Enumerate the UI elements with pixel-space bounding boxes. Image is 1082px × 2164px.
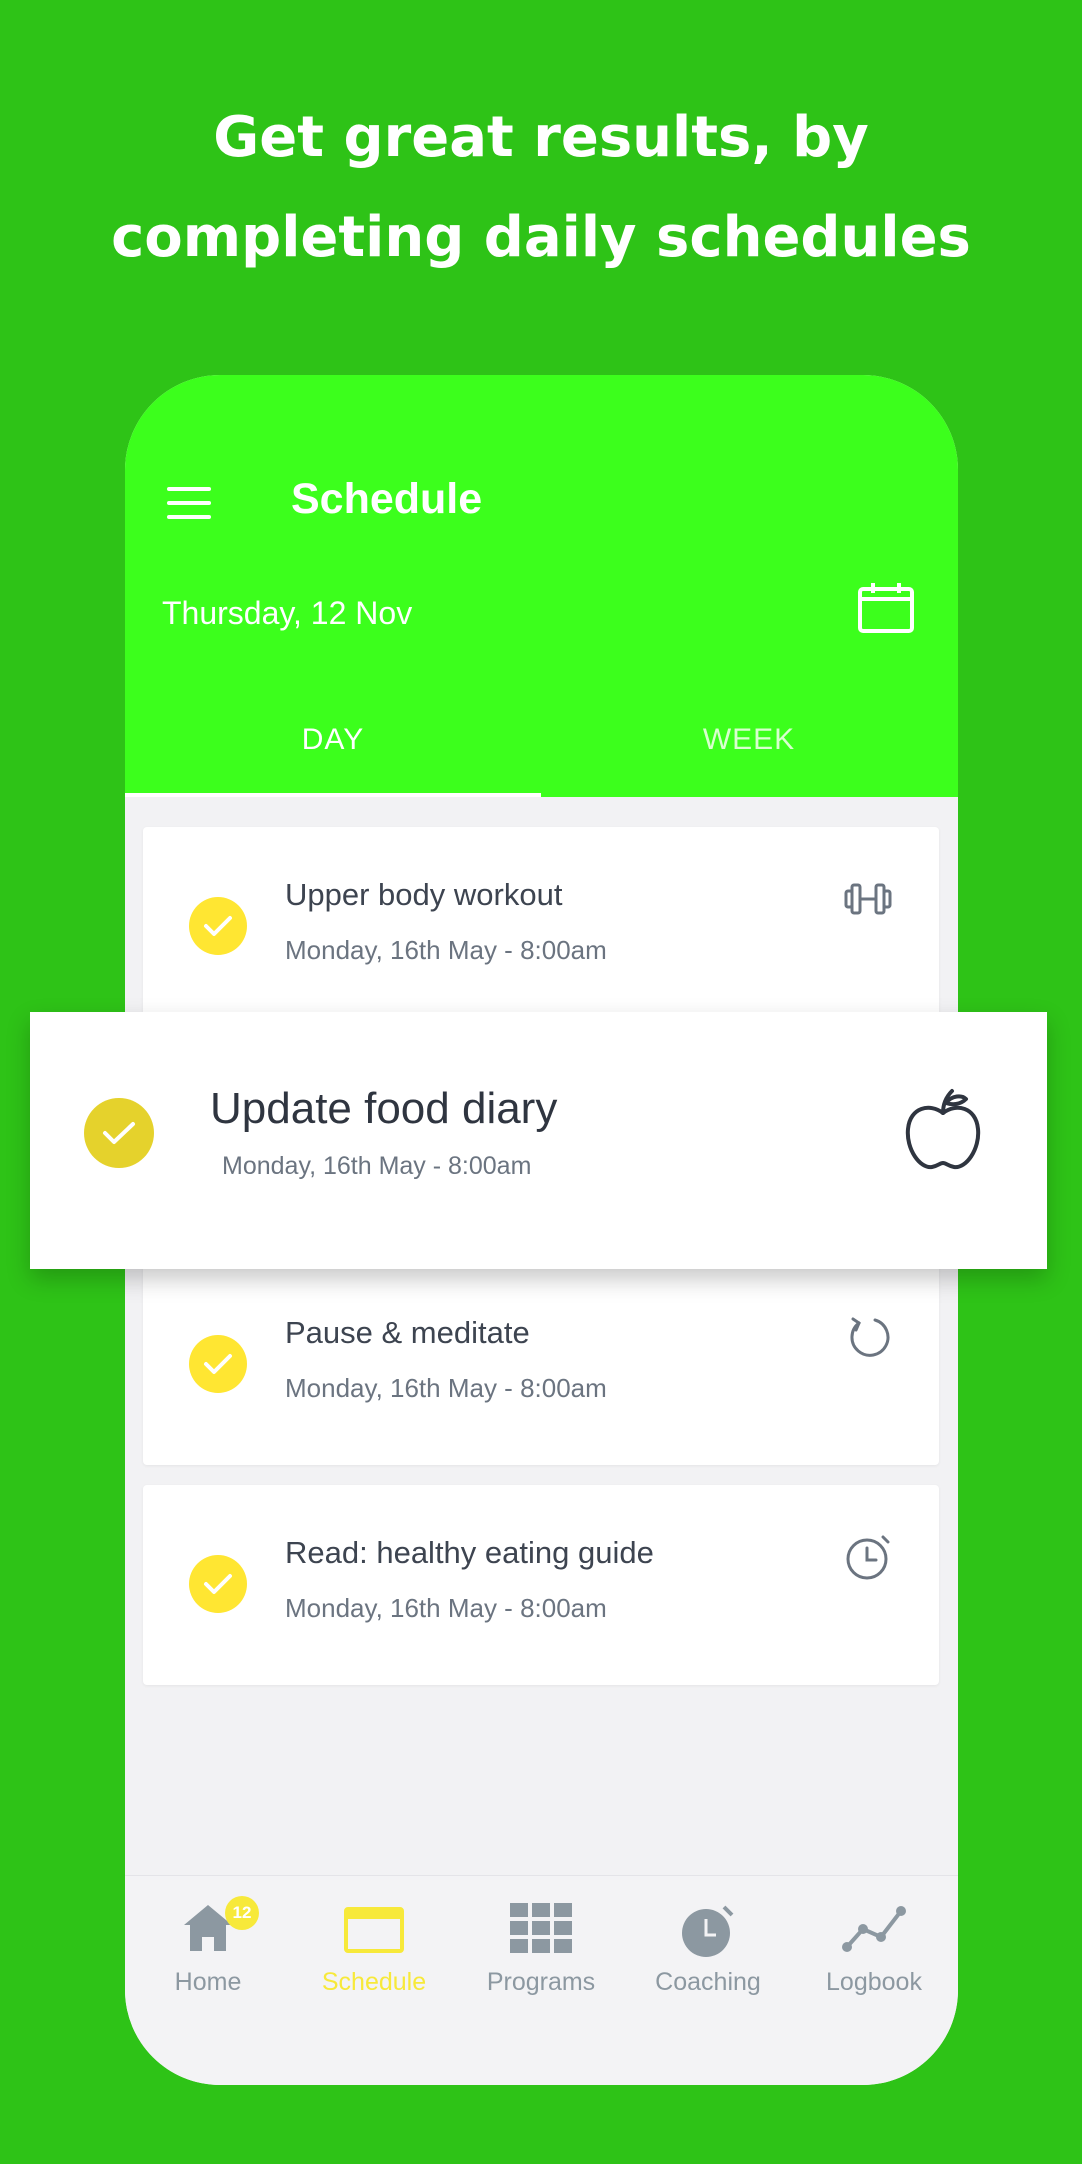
schedule-item-time: Monday, 16th May - 8:00am bbox=[222, 1152, 532, 1180]
headline-line-2: completing daily schedules bbox=[111, 205, 971, 270]
schedule-item-title: Pause & meditate bbox=[285, 1315, 530, 1350]
calendar-icon bbox=[343, 1903, 405, 1960]
nav-logbook[interactable]: Logbook bbox=[791, 1876, 957, 2085]
schedule-item-time: Monday, 16th May - 8:00am bbox=[285, 1593, 607, 1623]
apple-icon bbox=[900, 1087, 986, 1178]
bottom-navigation: 12 Home Schedule Programs Coaching Logbo… bbox=[125, 1875, 958, 2085]
refresh-icon bbox=[845, 1313, 893, 1366]
schedule-item-meditate[interactable]: Pause & meditate Monday, 16th May - 8:00… bbox=[143, 1265, 939, 1465]
dumbbell-icon bbox=[843, 879, 893, 924]
schedule-item-food-diary[interactable]: Update food diary Monday, 16th May - 8:0… bbox=[30, 1012, 1047, 1269]
nav-coaching[interactable]: Coaching bbox=[625, 1876, 791, 2085]
completed-check-icon[interactable] bbox=[189, 897, 247, 955]
stopwatch-icon bbox=[678, 1903, 738, 1964]
completed-check-icon[interactable] bbox=[189, 1335, 247, 1393]
headline: Get great results, by completing daily s… bbox=[0, 88, 1082, 288]
notification-badge: 12 bbox=[225, 1896, 259, 1930]
schedule-item-time: Monday, 16th May - 8:00am bbox=[285, 1373, 607, 1403]
current-date: Thursday, 12 Nov bbox=[162, 595, 413, 631]
chart-icon bbox=[841, 1903, 907, 1958]
schedule-item-workout[interactable]: Upper body workout Monday, 16th May - 8:… bbox=[143, 827, 939, 1022]
grid-icon bbox=[510, 1903, 572, 1958]
calendar-icon[interactable] bbox=[857, 581, 915, 635]
tab-week[interactable]: WEEK bbox=[541, 723, 957, 757]
schedule-item-title: Update food diary bbox=[210, 1084, 558, 1133]
tab-day[interactable]: DAY bbox=[125, 723, 541, 757]
nav-label: Logbook bbox=[826, 1968, 922, 1996]
tab-indicator bbox=[125, 793, 541, 797]
schedule-item-reading[interactable]: Read: healthy eating guide Monday, 16th … bbox=[143, 1485, 939, 1685]
promo-screen: Get great results, by completing daily s… bbox=[0, 0, 1082, 2164]
app-header: Schedule Thursday, 12 Nov DAY WEEK bbox=[125, 375, 958, 797]
page-title: Schedule bbox=[291, 475, 483, 523]
nav-home[interactable]: 12 Home bbox=[125, 1876, 291, 2085]
nav-label: Programs bbox=[486, 1968, 596, 1996]
schedule-item-title: Read: healthy eating guide bbox=[285, 1535, 654, 1570]
completed-check-icon[interactable] bbox=[189, 1555, 247, 1613]
nav-label: Schedule bbox=[321, 1968, 427, 1996]
schedule-item-title: Upper body workout bbox=[285, 877, 563, 912]
nav-label: Coaching bbox=[655, 1968, 761, 1996]
nav-programs[interactable]: Programs bbox=[458, 1876, 624, 2085]
headline-line-1: Get great results, by bbox=[213, 105, 869, 170]
nav-label: Home bbox=[174, 1968, 242, 1996]
clock-icon bbox=[845, 1533, 893, 1586]
completed-check-icon[interactable] bbox=[84, 1098, 154, 1168]
schedule-item-time: Monday, 16th May - 8:00am bbox=[285, 935, 607, 965]
menu-icon[interactable] bbox=[167, 487, 211, 521]
nav-schedule[interactable]: Schedule bbox=[291, 1876, 457, 2085]
